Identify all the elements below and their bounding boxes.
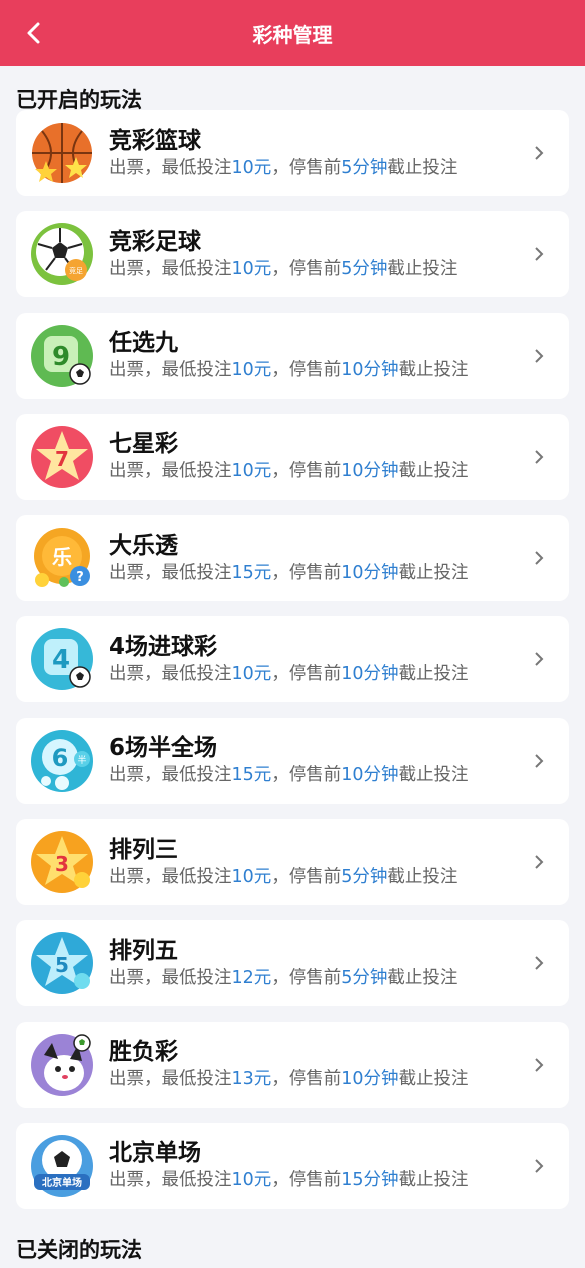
- game-card[interactable]: 9 任选九 出票，最低投注10元，停售前10分钟截止投注: [16, 312, 569, 399]
- game-description: 出票，最低投注15元，停售前10分钟截止投注: [109, 765, 469, 786]
- min-bet: 10元: [231, 866, 272, 887]
- svg-text:6: 6: [52, 744, 69, 772]
- game-card[interactable]: 7 七星彩 出票，最低投注10元，停售前10分钟截止投注: [16, 413, 569, 500]
- game-description: 出票，最低投注10元，停售前10分钟截止投注: [109, 461, 469, 482]
- min-bet: 15元: [231, 562, 272, 583]
- game-name: 排列五: [109, 937, 178, 964]
- number-three-star-icon: 3: [31, 831, 93, 894]
- basketball-icon: [32, 123, 92, 183]
- min-bet: 10元: [231, 663, 272, 684]
- cutoff-time: 5分钟: [341, 967, 388, 988]
- svg-text:7: 7: [55, 447, 69, 471]
- chevron-left-icon: [27, 22, 40, 44]
- game-description: 出票，最低投注13元，停售前10分钟截止投注: [109, 1069, 469, 1090]
- beijing-football-icon: 北京单场: [31, 1134, 93, 1197]
- seven-star-icon: 7: [31, 425, 93, 488]
- cutoff-time: 10分钟: [341, 562, 399, 583]
- game-name: 七星彩: [109, 431, 178, 458]
- chevron-right-icon: [519, 1158, 559, 1174]
- number-nine-icon: 9: [31, 324, 93, 387]
- cutoff-time: 10分钟: [341, 663, 399, 684]
- min-bet: 13元: [231, 1069, 272, 1090]
- cutoff-time: 15分钟: [341, 1170, 399, 1191]
- chevron-right-icon: [519, 753, 559, 769]
- game-description: 出票，最低投注10元，停售前5分钟截止投注: [109, 866, 458, 887]
- app-header: 彩种管理: [0, 0, 585, 66]
- game-name: 北京单场: [109, 1140, 201, 1167]
- game-name: 排列三: [109, 836, 178, 863]
- cutoff-time: 5分钟: [341, 157, 388, 178]
- svg-text:5: 5: [55, 953, 69, 977]
- game-description: 出票，最低投注15元，停售前10分钟截止投注: [109, 562, 469, 583]
- game-description: 出票，最低投注10元，停售前10分钟截止投注: [109, 663, 469, 684]
- svg-text:4: 4: [52, 645, 70, 675]
- svg-text:?: ?: [76, 570, 84, 585]
- game-name: 胜负彩: [109, 1039, 178, 1066]
- back-button[interactable]: [18, 18, 48, 48]
- game-name: 大乐透: [109, 532, 178, 559]
- chevron-right-icon: [519, 955, 559, 971]
- svg-text:3: 3: [55, 852, 69, 876]
- game-name: 4场进球彩: [109, 633, 218, 660]
- game-description: 出票，最低投注10元，停售前5分钟截止投注: [109, 258, 458, 279]
- svg-text:竞足: 竞足: [69, 266, 83, 275]
- cutoff-time: 10分钟: [341, 765, 399, 786]
- cutoff-time: 10分钟: [341, 1069, 399, 1090]
- open-game-list: 竞彩篮球 出票，最低投注10元，停售前5分钟截止投注 竞足 竞彩足球 出票，最低…: [0, 110, 585, 1209]
- game-name: 竞彩足球: [109, 228, 201, 255]
- min-bet: 10元: [231, 258, 272, 279]
- section-title-closed: 已关闭的玩法: [16, 1238, 142, 1263]
- game-description: 出票，最低投注10元，停售前15分钟截止投注: [109, 1170, 469, 1191]
- svg-text:9: 9: [52, 342, 70, 372]
- lottery-ball-icon: 乐 ?: [34, 528, 90, 588]
- game-card[interactable]: 乐 ? 大乐透 出票，最低投注15元，停售前10分钟截止投注: [16, 515, 569, 602]
- section-title-open: 已开启的玩法: [16, 88, 142, 112]
- game-card[interactable]: 5 排列五 出票，最低投注12元，停售前5分钟截止投注: [16, 920, 569, 1007]
- number-four-icon: 4: [31, 628, 93, 691]
- football-icon: 竞足: [31, 223, 93, 286]
- min-bet: 10元: [231, 360, 272, 381]
- cutoff-time: 10分钟: [341, 360, 399, 381]
- cutoff-time: 10分钟: [341, 461, 399, 482]
- game-card[interactable]: 4 4场进球彩 出票，最低投注10元，停售前10分钟截止投注: [16, 616, 569, 703]
- dog-mascot-icon: [31, 1033, 93, 1096]
- chevron-right-icon: [519, 348, 559, 364]
- number-five-star-icon: 5: [31, 932, 93, 995]
- svg-text:乐: 乐: [52, 545, 72, 569]
- game-description: 出票，最低投注10元，停售前5分钟截止投注: [109, 157, 458, 178]
- game-description: 出票，最低投注12元，停售前5分钟截止投注: [109, 967, 458, 988]
- chevron-right-icon: [519, 854, 559, 870]
- game-card[interactable]: 竞彩篮球 出票，最低投注10元，停售前5分钟截止投注: [16, 110, 569, 196]
- game-card[interactable]: 6 半 6场半全场 出票，最低投注15元，停售前10分钟截止投注: [16, 717, 569, 804]
- min-bet: 10元: [231, 461, 272, 482]
- game-card[interactable]: 3 排列三 出票，最低投注10元，停售前5分钟截止投注: [16, 819, 569, 906]
- game-card[interactable]: 北京单场 北京单场 出票，最低投注10元，停售前15分钟截止投注: [16, 1122, 569, 1209]
- cutoff-time: 5分钟: [341, 258, 388, 279]
- game-card[interactable]: 竞足 竞彩足球 出票，最低投注10元，停售前5分钟截止投注: [16, 211, 569, 298]
- min-bet: 10元: [231, 1170, 272, 1191]
- min-bet: 12元: [231, 967, 272, 988]
- chevron-right-icon: [519, 651, 559, 667]
- number-six-icon: 6 半: [31, 729, 93, 792]
- chevron-right-icon: [519, 449, 559, 465]
- game-name: 任选九: [109, 330, 178, 357]
- game-name: 6场半全场: [109, 735, 218, 762]
- game-card[interactable]: 胜负彩 出票，最低投注13元，停售前10分钟截止投注: [16, 1021, 569, 1108]
- game-description: 出票，最低投注10元，停售前10分钟截止投注: [109, 360, 469, 381]
- chevron-right-icon: [519, 145, 559, 161]
- game-name: 竞彩篮球: [109, 127, 201, 154]
- min-bet: 15元: [231, 765, 272, 786]
- chevron-right-icon: [519, 246, 559, 262]
- page-title: 彩种管理: [252, 22, 333, 47]
- min-bet: 10元: [231, 157, 272, 178]
- chevron-right-icon: [519, 550, 559, 566]
- svg-text:半: 半: [77, 754, 86, 766]
- cutoff-time: 5分钟: [341, 866, 388, 887]
- svg-text:北京单场: 北京单场: [42, 1176, 82, 1189]
- chevron-right-icon: [519, 1057, 559, 1073]
